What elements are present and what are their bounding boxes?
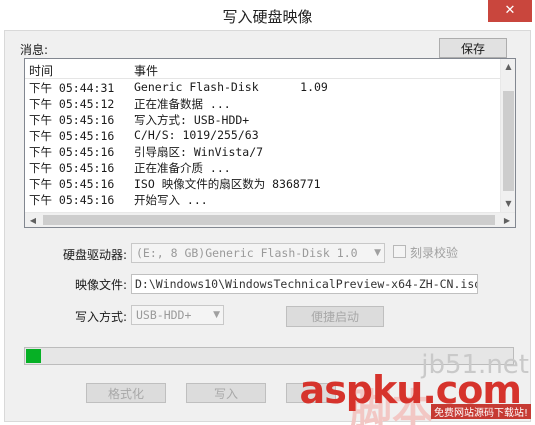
save-button[interactable]: 保存 <box>439 38 507 58</box>
message-log[interactable]: 时间 事件 下午 05:44:31 Generic Flash-Disk 1.0… <box>24 58 516 228</box>
log-time: 下午 05:45:16 <box>29 129 115 143</box>
log-time: 下午 05:45:12 <box>29 97 115 111</box>
chevron-down-icon: ▼ <box>213 310 220 320</box>
log-row: 下午 05:45:16 引导扇区: WinVista/7 <box>25 144 501 160</box>
scroll-left-arrow-icon[interactable]: ◀ <box>25 213 41 227</box>
log-row: 下午 05:45:16 写入方式: USB-HDD+ <box>25 112 501 128</box>
log-event: C/H/S: 1019/255/63 <box>134 128 259 142</box>
drive-select[interactable]: (E:, 8 GB)Generic Flash-Disk 1.0 ▼ <box>131 243 385 263</box>
quick-boot-button[interactable]: 便捷启动 <box>286 306 384 327</box>
log-time: 下午 05:45:16 <box>29 177 115 191</box>
log-time: 下午 05:45:16 <box>29 193 115 207</box>
log-event: 写入方式: USB-HDD+ <box>134 113 250 127</box>
scroll-down-arrow-icon[interactable]: ▼ <box>501 196 515 212</box>
log-row: 下午 05:45:16 C/H/S: 1019/255/63 <box>25 128 501 144</box>
progress-fill <box>26 349 41 363</box>
vertical-scroll-thumb[interactable] <box>503 91 514 191</box>
close-icon: ✕ <box>504 3 516 18</box>
write-method-select[interactable]: USB-HDD+ ▼ <box>131 305 224 325</box>
verify-label[interactable]: 刻录校验 <box>410 244 458 261</box>
log-time: 下午 05:45:16 <box>29 113 115 127</box>
close-button[interactable]: ✕ <box>488 0 532 22</box>
column-header-event[interactable]: 事件 <box>134 62 158 79</box>
watermark-tagline: 免费网站源码下载站! <box>430 404 531 419</box>
log-event: 正在准备介质 ... <box>134 161 231 175</box>
log-time: 下午 05:45:16 <box>29 145 115 159</box>
log-time: 下午 05:45:16 <box>29 161 115 175</box>
column-header-time[interactable]: 时间 <box>29 62 53 79</box>
log-event: 正在准备数据 ... <box>134 97 231 111</box>
log-row: 下午 05:45:12 正在准备数据 ... <box>25 96 501 112</box>
log-row: 下午 05:45:16 正在准备介质 ... <box>25 160 501 176</box>
vertical-scrollbar[interactable]: ▲ ▼ <box>500 59 515 212</box>
write-method-label: 写入方式: <box>74 310 127 324</box>
write-method-value: USB-HDD+ <box>136 308 192 322</box>
write-button[interactable]: 写入 <box>186 383 266 403</box>
format-button[interactable]: 格式化 <box>86 383 166 403</box>
drive-select-value: (E:, 8 GB)Generic Flash-Disk 1.0 <box>136 246 358 260</box>
horizontal-scrollbar[interactable]: ◀ ▶ <box>25 212 515 227</box>
messages-label: 消息: <box>20 43 49 57</box>
log-event: Generic Flash-Disk 1.09 <box>134 80 328 94</box>
title-bar: 写入硬盘映像 ✕ <box>0 0 535 30</box>
log-row: 下午 05:44:31 Generic Flash-Disk 1.09 <box>25 80 501 96</box>
chevron-down-icon: ▼ <box>374 248 381 258</box>
window-title: 写入硬盘映像 <box>222 8 313 26</box>
log-event: 开始写入 ... <box>134 193 208 207</box>
verify-checkbox[interactable] <box>393 245 406 258</box>
image-file-label: 映像文件: <box>74 278 127 292</box>
drive-label: 硬盘驱动器: <box>62 248 127 262</box>
log-event: 引导扇区: WinVista/7 <box>134 145 264 159</box>
horizontal-scroll-thumb[interactable] <box>43 215 495 225</box>
log-row: 下午 05:45:16 开始写入 ... <box>25 192 501 208</box>
log-header: 时间 事件 <box>25 59 501 79</box>
scroll-up-arrow-icon[interactable]: ▲ <box>501 59 515 75</box>
log-event: ISO 映像文件的扇区数为 8368771 <box>134 177 321 191</box>
log-time: 下午 05:44:31 <box>29 81 115 95</box>
image-file-input[interactable]: D:\Windows10\WindowsTechnicalPreview-x64… <box>131 274 478 294</box>
scroll-right-arrow-icon[interactable]: ▶ <box>499 213 515 227</box>
log-row: 下午 05:45:16 ISO 映像文件的扇区数为 8368771 <box>25 176 501 192</box>
